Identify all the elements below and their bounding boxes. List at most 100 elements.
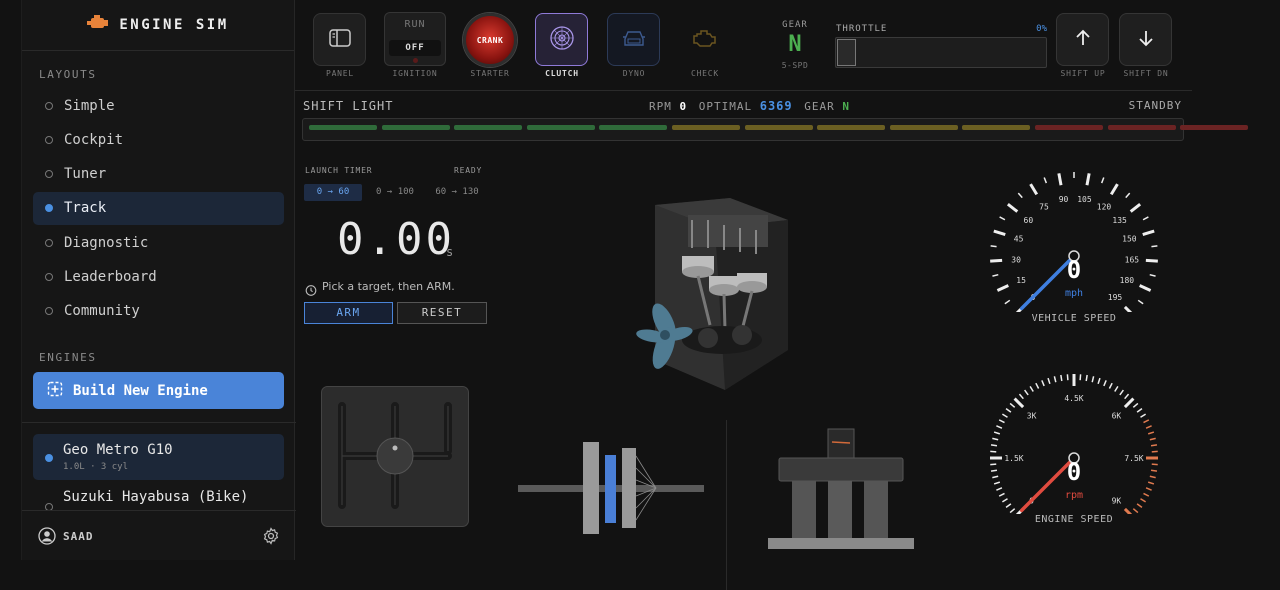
sidebar-item-community[interactable]: Community <box>33 295 284 328</box>
gauge-tick <box>1097 377 1101 385</box>
gauge-tick <box>1145 258 1158 263</box>
panel-button[interactable] <box>313 13 366 66</box>
sidebar-item-label: Diagnostic <box>64 234 149 251</box>
gear-icon[interactable] <box>262 527 280 549</box>
shift-up-label: SHIFT UP <box>1060 69 1106 78</box>
gauge-tick <box>993 229 1006 237</box>
gauge-value: 0 <box>1067 458 1081 486</box>
gauge-tick <box>1137 299 1144 305</box>
launch-timer-unit: s <box>446 245 454 259</box>
starter-crank-button[interactable]: CRANK <box>463 13 517 67</box>
engine-list-item[interactable]: Geo Metro G10 1.0L · 3 cyl <box>33 434 284 480</box>
brand-header: ENGINE SIM <box>22 0 294 51</box>
gauge-tick <box>993 481 1001 485</box>
sidebar-item-tuner[interactable]: Tuner <box>33 158 284 191</box>
user-avatar-icon[interactable] <box>38 527 56 549</box>
shift-led <box>599 125 668 130</box>
status-dot <box>45 170 53 179</box>
engine-name: Geo Metro G10 <box>63 442 173 458</box>
gauge-tick <box>1136 503 1143 508</box>
gauge-tick <box>1029 183 1039 196</box>
gauge-tick <box>1005 503 1012 508</box>
engine-speed-label: ENGINE SPEED <box>1034 514 1114 525</box>
gauge-tick <box>1018 393 1024 400</box>
gauge-tick <box>1150 444 1158 447</box>
shift-led <box>1180 125 1249 130</box>
gauge-tick <box>992 273 999 277</box>
gauge-tick <box>1147 481 1155 485</box>
tab-60-130[interactable]: 60 → 130 <box>428 184 486 201</box>
vehicle-speed-label: VEHICLE SPEED <box>1031 313 1117 324</box>
shift-down-button[interactable] <box>1119 13 1172 66</box>
gauge-tick <box>1142 229 1155 237</box>
starter-label: STARTER <box>470 69 510 78</box>
throttle-slider[interactable] <box>835 37 1047 68</box>
tab-0-100[interactable]: 0 → 100 <box>366 184 424 201</box>
gauge-tick <box>996 425 1003 429</box>
rpm-readout-value: 0 <box>679 100 688 113</box>
gauge-tick <box>1142 216 1149 221</box>
check-engine-button[interactable] <box>678 13 731 66</box>
gauge-tick <box>996 284 1009 292</box>
gauge-tick <box>1006 203 1019 213</box>
dyno-button[interactable] <box>607 13 660 66</box>
gauge-tick <box>1149 437 1156 441</box>
gauge-tick <box>1053 376 1057 383</box>
build-new-engine-button[interactable]: Build New Engine <box>33 372 284 409</box>
gear-indicator-label: GEAR <box>782 20 808 30</box>
ignition-switch[interactable]: RUN OFF <box>384 12 446 66</box>
gauge-tick <box>1029 385 1034 392</box>
clutch-button[interactable] <box>535 13 588 66</box>
gauge-tick-label: 7.5K <box>1124 454 1143 463</box>
gauge-tick <box>990 444 998 447</box>
status-dot <box>45 101 53 110</box>
arm-button[interactable]: ARM <box>304 302 393 324</box>
divider <box>22 422 296 423</box>
gauge-tick <box>1140 413 1147 418</box>
sidebar-item-leaderboard[interactable]: Leaderboard <box>33 261 284 294</box>
gauge-tick <box>1047 377 1051 385</box>
gauge-tick <box>1143 419 1150 424</box>
sidebar-item-cockpit[interactable]: Cockpit <box>33 123 284 156</box>
throttle-handle[interactable] <box>837 39 856 66</box>
gauge-tick <box>1035 382 1040 389</box>
engine-name: Suzuki Hayabusa (Bike) <box>63 489 249 505</box>
gauge-tick <box>1108 382 1113 389</box>
gauge-tick-label: 105 <box>1077 195 1092 204</box>
gauge-tick <box>1009 508 1016 514</box>
sidebar-item-label: Simple <box>64 97 115 114</box>
engine-spec: 1.0L · 3 cyl <box>63 462 129 472</box>
gauge-tick <box>1060 374 1063 382</box>
sidebar-item-label: Cockpit <box>64 131 124 148</box>
car-icon <box>621 28 647 52</box>
gauge-tick-label: 165 <box>1125 256 1140 265</box>
engine-list-item[interactable]: Suzuki Hayabusa (Bike) <box>33 484 284 511</box>
launch-timer-title: LAUNCH TIMER <box>305 166 373 175</box>
gauge-tick <box>1085 374 1088 382</box>
gear-transmission-label: 5-SPD <box>781 61 809 70</box>
sidebar-item-diagnostic[interactable]: Diagnostic <box>33 226 284 259</box>
sidebar-item-simple[interactable]: Simple <box>33 89 284 122</box>
gauge-tick <box>1124 393 1130 400</box>
tab-0-60[interactable]: 0 → 60 <box>304 184 362 201</box>
gauge-tick-label: 1.5K <box>1004 454 1023 463</box>
launch-timer-status: READY <box>454 166 483 175</box>
clutch-assembly <box>518 442 704 534</box>
engine-3d-view[interactable] <box>630 190 810 400</box>
gauge-tick <box>990 469 998 472</box>
shifter-gate[interactable] <box>321 386 469 527</box>
gauge-tick-label: 75 <box>1039 202 1049 211</box>
gauge-tick <box>1013 397 1025 409</box>
gauge-tick-label: 4.5K <box>1064 394 1083 403</box>
shift-led <box>309 125 377 130</box>
gauge-tick <box>1004 299 1011 305</box>
shift-light-status: STANDBY <box>1128 99 1182 112</box>
gear-readout-label: GEAR <box>804 100 835 113</box>
sidebar-item-label: Tuner <box>64 166 107 183</box>
sidebar-item-track[interactable]: Track <box>33 191 284 225</box>
reset-button[interactable]: RESET <box>397 302 487 324</box>
gauge-tick-label: 120 <box>1097 202 1112 211</box>
gauge-tick <box>1140 498 1147 503</box>
throttle-label: THROTTLE <box>836 24 888 34</box>
shift-up-button[interactable] <box>1056 13 1109 66</box>
